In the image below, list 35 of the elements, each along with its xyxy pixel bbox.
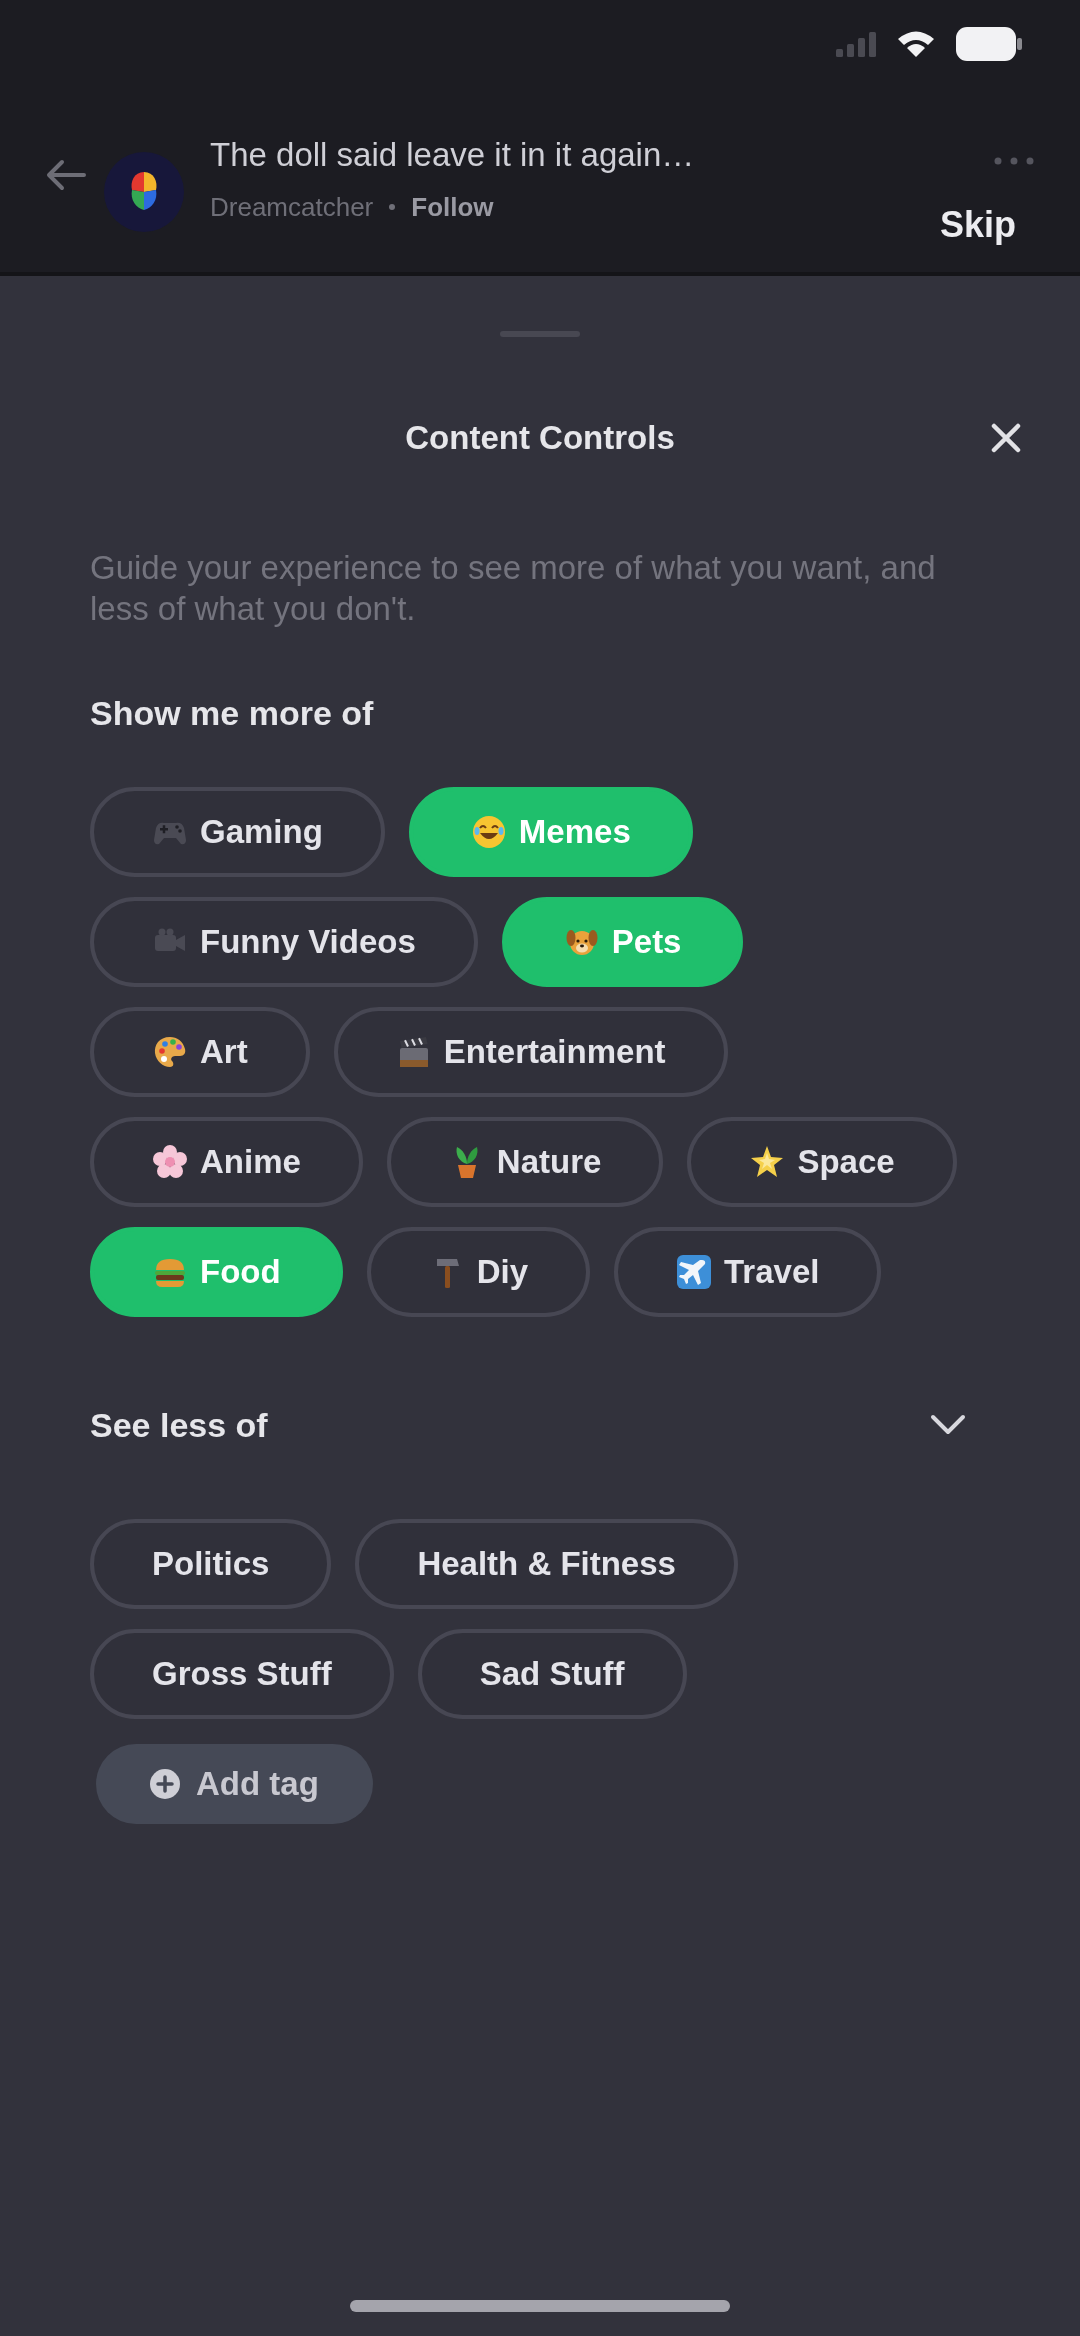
add-tag-button[interactable]: Add tag xyxy=(96,1744,373,1824)
topic-chip[interactable]: Funny Videos xyxy=(90,897,478,987)
topic-chip[interactable]: Anime xyxy=(90,1117,363,1207)
wifi-icon xyxy=(898,30,934,57)
blossom-icon xyxy=(152,1144,188,1180)
topic-chip[interactable]: Space xyxy=(687,1117,957,1207)
close-icon xyxy=(991,423,1021,453)
topic-chip[interactable]: Gaming xyxy=(90,787,385,877)
post-title: The doll said leave it in it again… xyxy=(210,135,696,176)
chevron-icon xyxy=(930,1414,966,1436)
signal-icon xyxy=(836,30,876,57)
follow-link[interactable]: Follow xyxy=(411,187,494,227)
topic-chip[interactable]: Art xyxy=(90,1007,310,1097)
battery-icon xyxy=(956,26,1022,61)
community-name: Dreamcatcher xyxy=(210,190,374,224)
topic-chip[interactable]: Diy xyxy=(366,1227,590,1317)
topic-chip[interactable]: Sad Stuff xyxy=(417,1629,687,1719)
palette-icon xyxy=(152,1034,188,1070)
section-heading: Show me more of xyxy=(90,693,375,733)
plus-circle-icon xyxy=(150,1769,180,1799)
airplane-icon xyxy=(676,1254,712,1290)
back-arrow-icon xyxy=(46,158,86,191)
more-icon xyxy=(994,157,1034,165)
topic-chip[interactable]: Nature xyxy=(386,1117,664,1207)
topic-chip[interactable]: Gross Stuff xyxy=(90,1629,394,1719)
topic-chip[interactable]: Entertainment xyxy=(333,1007,728,1097)
section-heading: See less of xyxy=(90,1405,268,1445)
laughing-face-icon xyxy=(470,814,507,850)
topic-chip[interactable]: Health & Fitness xyxy=(355,1519,738,1609)
skip-button[interactable]: Skip xyxy=(939,204,1016,245)
topic-chip[interactable]: Politics xyxy=(90,1519,332,1609)
sheet-title: Content Controls xyxy=(405,418,675,459)
community-avatar-icon xyxy=(104,151,184,232)
topic-chip[interactable]: Travel xyxy=(614,1227,882,1317)
sheet-description: Guide your experience to see more of what you want, and less of what you don't. xyxy=(90,548,937,629)
